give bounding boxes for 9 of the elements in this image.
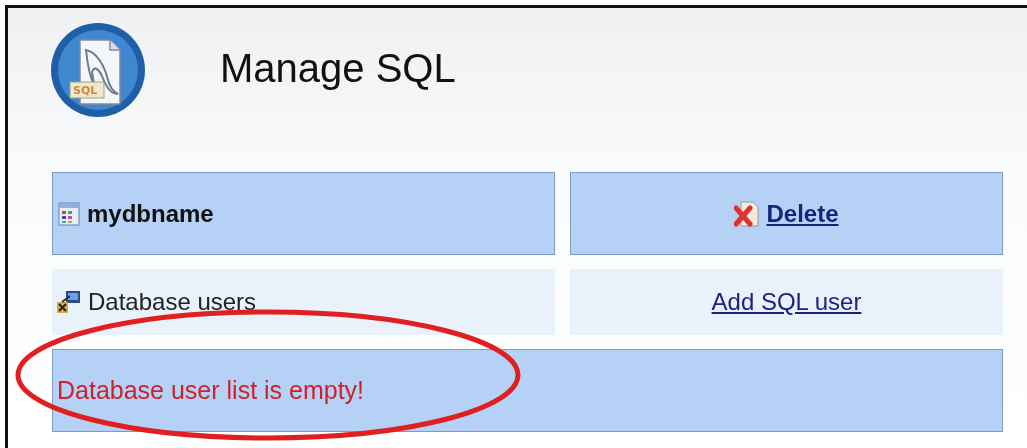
- database-users-label: Database users: [88, 288, 257, 316]
- add-sql-user-link[interactable]: Add SQL user: [711, 288, 862, 316]
- empty-list-message: Database user list is empty!: [57, 376, 365, 405]
- database-logo-icon: SQL: [48, 20, 148, 120]
- page-title: Manage SQL: [220, 45, 456, 92]
- delete-file-icon: [734, 199, 761, 228]
- database-name: mydbname: [87, 199, 214, 228]
- delete-link[interactable]: Delete: [766, 199, 839, 228]
- spreadsheet-icon: [57, 200, 81, 227]
